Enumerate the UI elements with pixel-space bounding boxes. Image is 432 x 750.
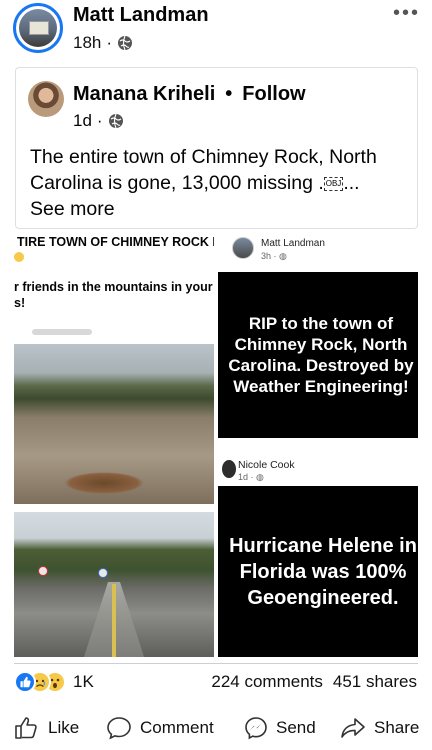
collage-body-text: r friends in the mountains in your s!	[14, 279, 214, 311]
embedded-time: 3h ·	[261, 251, 280, 261]
like-button[interactable]: Like	[14, 705, 79, 750]
shared-author-row: Manana Kriheli • Follow	[73, 83, 306, 106]
send-label: Send	[276, 717, 316, 737]
engagement-stats: 224 comments 451 shares	[211, 672, 417, 692]
embedded-avatar	[232, 237, 254, 259]
embedded-author-name: Nicole Cook	[238, 459, 295, 471]
thumbs-up-icon	[15, 716, 37, 739]
meta-dot: ·	[96, 111, 103, 130]
comment-button[interactable]: Comment	[106, 705, 214, 750]
avatar-sign-shape	[29, 21, 49, 35]
divider	[14, 663, 418, 664]
shared-time[interactable]: 1d	[73, 111, 92, 131]
post-meta: 18h ·	[73, 33, 133, 53]
meta-dot: ·	[106, 33, 113, 52]
shared-post-text: The entire town of Chimney Rock, North C…	[30, 144, 415, 222]
text-image-black: RIP to the town of Chimney Rock, North C…	[218, 272, 418, 438]
see-more-link[interactable]: See more	[30, 198, 115, 220]
obj-placeholder-icon: OBJ	[323, 176, 344, 191]
shares-count[interactable]: 451 shares	[333, 672, 417, 692]
shared-author-avatar[interactable]	[28, 81, 64, 117]
media-right-bottom[interactable]: Nicole Cook 1d · ◍ Hurricane Helene in F…	[218, 444, 418, 657]
shared-post-card[interactable]: Manana Kriheli • Follow 1d · The entire …	[15, 67, 418, 229]
reaction-summary[interactable]: 1K	[14, 670, 94, 694]
redaction-mark	[32, 329, 92, 335]
like-reaction-icon	[14, 671, 36, 693]
text-ellipsis: ...	[343, 172, 360, 194]
street-sign-shape	[38, 566, 48, 576]
globe-icon: ◍	[256, 472, 264, 482]
media-right-top[interactable]: Matt Landman 3h · ◍ RIP to the town of C…	[218, 232, 418, 438]
more-dots-icon[interactable]: •••	[393, 2, 420, 25]
share-button[interactable]: Share	[340, 705, 419, 750]
like-label: Like	[48, 717, 80, 737]
embedded-author-name: Matt Landman	[261, 238, 325, 249]
media-left-collage[interactable]: TIRE TOWN OF CHIMNEY ROCK N r friends in…	[14, 232, 214, 657]
action-bar: Like Comment Send Share	[0, 705, 432, 750]
comments-count[interactable]: 224 comments	[211, 672, 323, 692]
embedded-meta: 3h · ◍	[261, 251, 287, 262]
post-time[interactable]: 18h	[73, 33, 101, 53]
embedded-time: 1d ·	[238, 472, 257, 482]
messenger-icon	[245, 716, 267, 739]
author-avatar[interactable]	[13, 3, 63, 53]
globe-icon	[118, 35, 133, 51]
author-name[interactable]: Matt Landman	[73, 4, 209, 27]
media-grid[interactable]: TIRE TOWN OF CHIMNEY ROCK N r friends in…	[14, 232, 418, 657]
collage-heading: TIRE TOWN OF CHIMNEY ROCK N	[17, 235, 214, 249]
street-sign-shape	[98, 568, 108, 578]
share-label: Share	[374, 717, 420, 737]
road-line-shape	[112, 584, 116, 657]
send-button[interactable]: Send	[244, 705, 316, 750]
name-separator: •	[225, 83, 233, 105]
embedded-avatar	[222, 460, 236, 478]
debris-shape	[64, 472, 144, 494]
globe-icon	[108, 113, 123, 129]
embedded-meta: 1d · ◍	[238, 472, 264, 483]
emoji-icon	[14, 252, 24, 262]
shared-meta: 1d ·	[73, 111, 124, 131]
text-image-caption: RIP to the town of Chimney Rock, North C…	[228, 314, 414, 396]
text-image-caption: Hurricane Helene in Florida was 100% Geo…	[229, 534, 417, 609]
share-arrow-icon	[341, 717, 365, 738]
author-avatar-photo	[19, 9, 57, 47]
post-header: Matt Landman 18h · •••	[0, 0, 432, 60]
comment-label: Comment	[140, 717, 214, 737]
globe-icon: ◍	[279, 251, 287, 261]
follow-link[interactable]: Follow	[242, 83, 305, 106]
collage-line-1: r friends in the mountains in your	[14, 280, 213, 294]
shared-author-name[interactable]: Manana Kriheli	[73, 83, 215, 106]
reaction-count[interactable]: 1K	[73, 672, 94, 692]
collage-line-2: s!	[14, 296, 26, 310]
comment-bubble-icon	[107, 716, 131, 739]
text-image-black: Hurricane Helene in Florida was 100% Geo…	[218, 486, 418, 657]
